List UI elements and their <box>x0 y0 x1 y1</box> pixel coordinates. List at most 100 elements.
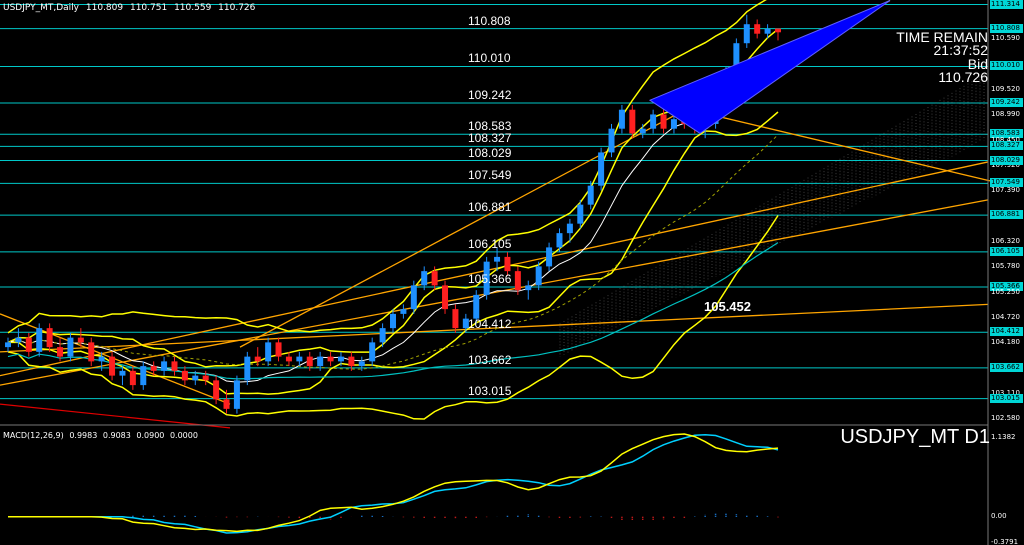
candle-body <box>244 356 251 381</box>
header-close: 110.726 <box>218 3 256 13</box>
candle-body <box>400 309 407 314</box>
header-low: 110.559 <box>174 3 212 13</box>
candle-body <box>337 356 344 362</box>
level-label: 106.105 <box>468 236 512 251</box>
price-tick: 102.580 <box>991 414 1020 423</box>
candle-body <box>140 366 147 386</box>
candle-body <box>254 356 261 362</box>
candle-body <box>473 294 480 319</box>
candles <box>5 14 781 414</box>
candle-body <box>660 114 667 129</box>
candle-body <box>431 271 438 286</box>
candle-body <box>670 119 677 129</box>
candle-body <box>161 361 168 371</box>
header-open: 110.809 <box>85 3 124 13</box>
candle-body <box>202 375 209 381</box>
candle-body <box>192 375 199 381</box>
header-high: 110.751 <box>129 3 168 13</box>
candle-body <box>442 285 449 310</box>
candle-body <box>525 285 532 291</box>
price-tick: 104.412 <box>990 327 1023 337</box>
price-tick: 111.314 <box>990 0 1023 9</box>
price-chart[interactable] <box>0 0 1024 545</box>
level-label: 108.583 <box>468 119 512 134</box>
level-label: 106.881 <box>468 200 512 215</box>
trendline-red <box>0 403 231 429</box>
candle-body <box>57 347 64 357</box>
candle-body <box>754 24 761 34</box>
candle-body <box>421 271 428 286</box>
macd-tick: 1.1382 <box>991 433 1016 441</box>
candle-body <box>129 370 136 386</box>
price-tick: 103.662 <box>990 362 1023 372</box>
price-tick: 110.808 <box>990 23 1023 33</box>
candle-body <box>25 337 32 352</box>
level-label: 110.010 <box>468 51 511 66</box>
candle-body <box>233 380 240 409</box>
candle-body <box>535 266 542 286</box>
candle-body <box>327 356 334 362</box>
trendline <box>0 161 989 377</box>
level-label: 108.327 <box>468 131 512 146</box>
price-tick: 109.242 <box>990 97 1023 107</box>
level-label: 103.015 <box>468 383 512 398</box>
time-remain-value: 21:37:52 <box>933 42 989 58</box>
candle-body <box>410 285 417 310</box>
price-tick: 105.250 <box>991 287 1020 296</box>
price-tick: 108.990 <box>991 109 1020 118</box>
candle-body <box>379 328 386 343</box>
candle-body <box>618 109 625 129</box>
candle-body <box>650 114 657 129</box>
candle-body <box>181 370 188 381</box>
candle-body <box>296 356 303 362</box>
candle-body <box>348 356 355 367</box>
macd-tick: -0.3791 <box>991 538 1019 545</box>
candle-body <box>514 271 521 291</box>
bid-value: 110.726 <box>938 69 988 85</box>
level-label: 103.662 <box>468 352 512 367</box>
candle-body <box>5 342 11 348</box>
price-tick: 109.520 <box>991 84 1020 93</box>
highlight-price-label: 105.452 <box>704 299 751 314</box>
macd-tick: 0.00 <box>991 511 1007 520</box>
candle-body <box>213 380 220 400</box>
candle-body <box>369 342 376 362</box>
price-tick: 105.780 <box>991 262 1020 271</box>
macd-panel <box>8 433 779 534</box>
macd-label: MACD(12,26,9) <box>3 431 64 440</box>
price-tick: 110.010 <box>990 61 1023 71</box>
level-label: 109.242 <box>468 87 512 102</box>
candle-body <box>556 233 563 248</box>
candle-body <box>775 28 781 33</box>
candle-body <box>265 342 272 362</box>
candle-body <box>577 204 584 224</box>
chart-header: USDJPY_MT,Daily 110.809 110.751 110.559 … <box>3 3 259 13</box>
macd-signal: 0.9083 <box>102 431 131 440</box>
level-label: 110.808 <box>468 13 511 28</box>
candle-body <box>390 313 396 329</box>
price-tick: 103.015 <box>990 393 1023 403</box>
macd-main: 0.9983 <box>69 431 98 440</box>
candle-body <box>546 247 553 267</box>
candle-body <box>317 356 324 367</box>
candle-body <box>275 342 282 357</box>
level-label: 107.549 <box>468 168 512 183</box>
candle-body <box>358 361 365 367</box>
candle-body <box>77 337 84 343</box>
candle-body <box>109 356 116 376</box>
candle-body <box>306 356 313 367</box>
candle-body <box>494 256 501 262</box>
candle-body <box>598 152 605 186</box>
candle-body <box>566 223 573 234</box>
candle-body <box>504 256 511 272</box>
macd-hist: 0.0900 <box>136 431 165 440</box>
candle-body <box>36 328 43 352</box>
candle-body <box>764 28 771 34</box>
candle-body <box>98 356 105 362</box>
chart-window: { "header": { "symbol": "USDJPY_MT,Daily… <box>0 0 1024 545</box>
macd-header: MACD(12,26,9) 0.9983 0.9083 0.0900 0.000… <box>3 431 201 440</box>
candle-body <box>223 399 230 409</box>
candle-body <box>88 342 95 362</box>
candle-body <box>743 24 750 44</box>
candle-body <box>15 337 22 343</box>
